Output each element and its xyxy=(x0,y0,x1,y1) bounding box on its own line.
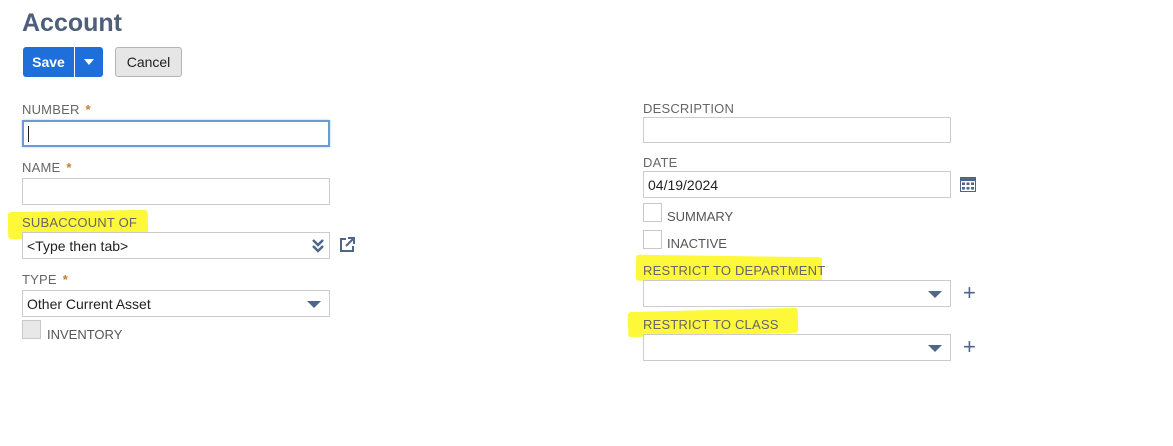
type-label: TYPE * xyxy=(22,272,69,287)
inactive-checkbox[interactable] xyxy=(643,230,662,249)
required-marker: * xyxy=(62,272,69,287)
double-chevron-down-icon[interactable] xyxy=(311,238,325,259)
required-marker: * xyxy=(85,102,91,117)
subaccount-placeholder: <Type then tab> xyxy=(27,238,129,254)
inactive-label: INACTIVE xyxy=(667,236,727,251)
required-marker: * xyxy=(66,160,72,175)
add-class-plus-icon[interactable]: + xyxy=(963,336,976,358)
subaccount-label: SUBACCOUNT OF xyxy=(22,215,138,230)
number-input[interactable] xyxy=(22,120,330,147)
type-value: Other Current Asset xyxy=(27,296,151,312)
number-label: NUMBER * xyxy=(22,102,91,117)
chevron-down-icon xyxy=(307,301,321,308)
restrict-department-label: RESTRICT TO DEPARTMENT xyxy=(643,263,826,278)
text-cursor xyxy=(28,126,29,142)
date-label: DATE xyxy=(643,155,678,170)
page-title: Account xyxy=(22,9,122,37)
inventory-label: INVENTORY xyxy=(47,327,123,342)
chevron-down-icon xyxy=(928,291,942,298)
restrict-department-select[interactable] xyxy=(643,280,951,307)
cancel-button[interactable]: Cancel xyxy=(115,47,182,77)
inventory-checkbox[interactable] xyxy=(22,320,41,339)
calendar-icon[interactable] xyxy=(960,177,976,197)
description-label: DESCRIPTION xyxy=(643,101,735,116)
restrict-class-select[interactable] xyxy=(643,334,951,361)
date-value: 04/19/2024 xyxy=(648,177,719,193)
summary-label: SUMMARY xyxy=(667,209,734,224)
chevron-down-icon xyxy=(928,345,942,352)
add-department-plus-icon[interactable]: + xyxy=(963,282,976,304)
subaccount-input[interactable]: <Type then tab> xyxy=(22,232,330,259)
description-input[interactable] xyxy=(643,117,951,143)
type-select[interactable]: Other Current Asset xyxy=(22,290,330,317)
open-external-icon[interactable] xyxy=(338,236,356,259)
save-button[interactable]: Save xyxy=(23,47,74,77)
date-input[interactable]: 04/19/2024 xyxy=(643,171,951,198)
name-label: NAME * xyxy=(22,160,72,175)
restrict-class-label: RESTRICT TO CLASS xyxy=(643,317,779,332)
save-dropdown-button[interactable] xyxy=(75,47,103,77)
summary-checkbox[interactable] xyxy=(643,203,662,222)
name-input[interactable] xyxy=(22,178,330,205)
